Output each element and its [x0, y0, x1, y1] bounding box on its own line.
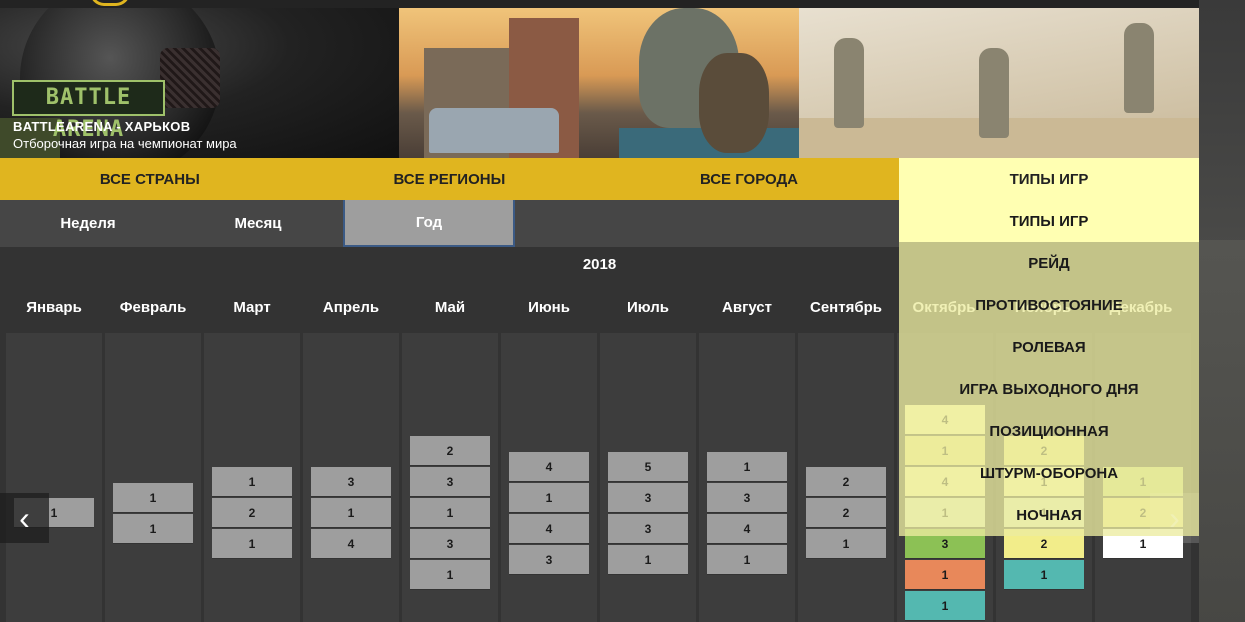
banner-desert-soldiers[interactable] [799, 8, 1199, 158]
event-count-cell[interactable]: 1 [311, 498, 391, 528]
month-column [105, 333, 201, 622]
event-count-cell[interactable]: 3 [608, 514, 688, 544]
game-types-menu: ТИПЫ ИГР РЕЙД ПРОТИВОСТОЯНИЕ РОЛЕВАЯ ИГРА ВЫ… [899, 200, 1199, 536]
event-count-cell[interactable]: 1 [509, 483, 589, 513]
event-count-cell[interactable]: 1 [806, 529, 886, 559]
chevron-left-icon[interactable]: ‹ [0, 493, 49, 543]
event-count-cell[interactable]: 3 [410, 529, 490, 559]
banner-carousel: BATTLE ARENA BATTLEARENA - ХАРЬКОВ Отбор… [0, 8, 1199, 158]
filter-cities[interactable]: ВСЕ ГОРОДА [599, 158, 899, 200]
event-count-cell[interactable]: 1 [707, 452, 787, 482]
van-image [429, 108, 559, 153]
logo-icon[interactable] [90, 0, 130, 6]
event-count-cell[interactable]: 1 [905, 591, 985, 621]
event-count-cell[interactable]: 1 [113, 483, 193, 513]
filter-regions[interactable]: ВСЕ РЕГИОНЫ [300, 158, 600, 200]
banner-title: BATTLEARENA - ХАРЬКОВ [13, 119, 191, 134]
top-strip [0, 0, 1199, 8]
event-count-cell[interactable]: 4 [509, 452, 589, 482]
month-label: Апрель [322, 299, 380, 316]
game-type-option[interactable]: НОЧНАЯ [899, 494, 1199, 536]
event-count-cell[interactable]: 4 [311, 529, 391, 559]
event-count-cell[interactable]: 2 [806, 467, 886, 497]
tab-month[interactable]: Месяц [172, 200, 344, 247]
soldier-image [1124, 23, 1154, 113]
location-filters: ВСЕ СТРАНЫ ВСЕ РЕГИОНЫ ВСЕ ГОРОДА [0, 158, 899, 200]
event-count-cell[interactable]: 1 [410, 560, 490, 590]
event-count-cell[interactable]: 1 [410, 498, 490, 528]
period-tabs: Неделя Месяц Год [0, 200, 899, 247]
event-count-cell[interactable]: 2 [212, 498, 292, 528]
month-label: Июль [627, 299, 669, 316]
event-count-cell[interactable]: 1 [608, 545, 688, 575]
banner-game-art[interactable] [399, 8, 799, 158]
soldier-image [979, 48, 1009, 138]
game-types-dropdown[interactable]: ТИПЫ ИГР [899, 158, 1199, 200]
event-count-cell[interactable]: 1 [212, 467, 292, 497]
battlearena-logo: BATTLE ARENA [12, 80, 165, 142]
month-label: Сентябрь [810, 299, 882, 316]
mask-image [160, 48, 220, 108]
event-count-cell[interactable]: 4 [707, 514, 787, 544]
game-type-option[interactable]: РЕЙД [899, 242, 1199, 284]
banner-subtitle: Отборочная игра на чемпионат мира [13, 136, 237, 151]
game-type-option[interactable]: ПРОТИВОСТОЯНИЕ [899, 284, 1199, 326]
game-type-option[interactable]: РОЛЕВАЯ [899, 326, 1199, 368]
event-count-cell[interactable]: 3 [707, 483, 787, 513]
event-count-cell[interactable]: 3 [509, 545, 589, 575]
month-label: Август [722, 299, 772, 316]
game-type-option[interactable]: ТИПЫ ИГР [899, 200, 1199, 242]
event-count-cell[interactable]: 2 [410, 436, 490, 466]
event-count-cell[interactable]: 1 [1004, 560, 1084, 590]
event-count-cell[interactable]: 3 [410, 467, 490, 497]
event-count-cell[interactable]: 1 [707, 545, 787, 575]
banner-battlearena[interactable]: BATTLE ARENA BATTLEARENA - ХАРЬКОВ Отбор… [0, 8, 399, 158]
month-label: Май [434, 299, 466, 316]
month-label: Январь [26, 299, 82, 316]
month-column [6, 333, 102, 622]
event-count-cell[interactable]: 1 [113, 514, 193, 544]
background-edge-shade [1199, 240, 1245, 622]
event-count-cell[interactable]: 3 [608, 483, 688, 513]
month-label: Июнь [528, 299, 570, 316]
month-label: Февраль [119, 299, 187, 316]
event-count-cell[interactable]: 5 [608, 452, 688, 482]
tab-week[interactable]: Неделя [2, 200, 174, 247]
soldier-image [834, 38, 864, 128]
game-type-option[interactable]: ШТУРМ-ОБОРОНА [899, 452, 1199, 494]
event-count-cell[interactable]: 4 [509, 514, 589, 544]
event-count-cell[interactable]: 2 [806, 498, 886, 528]
game-type-option[interactable]: ПОЗИЦИОННАЯ [899, 410, 1199, 452]
filter-countries[interactable]: ВСЕ СТРАНЫ [0, 158, 300, 200]
soldier-image [699, 53, 769, 153]
game-type-option[interactable]: ИГРА ВЫХОДНОГО ДНЯ [899, 368, 1199, 410]
event-count-cell[interactable]: 1 [905, 560, 985, 590]
event-count-cell[interactable]: 3 [311, 467, 391, 497]
tab-year[interactable]: Год [343, 200, 515, 247]
month-label: Март [233, 299, 271, 316]
event-count-cell[interactable]: 1 [212, 529, 292, 559]
